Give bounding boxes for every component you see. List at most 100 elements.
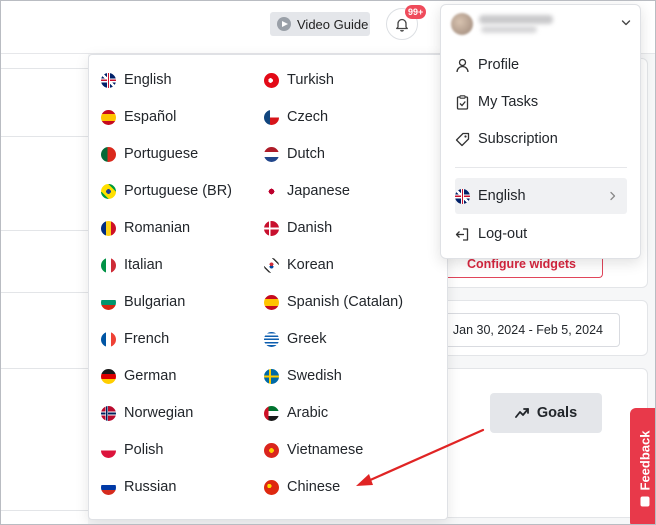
no-flag-icon [101, 405, 116, 421]
profile-menu-item-label: Profile [478, 57, 520, 73]
language-option-greek[interactable]: Greek [264, 328, 327, 350]
language-option-label: Chinese [287, 479, 341, 495]
ae-flag-icon [264, 405, 279, 421]
language-option-korean[interactable]: Korean [264, 254, 334, 276]
gr-flag-icon [264, 331, 279, 347]
notification-badge: 99+ [405, 5, 427, 19]
video-guide-button[interactable]: Video Guide [270, 12, 370, 36]
language-option-german[interactable]: German [101, 365, 176, 387]
language-option-italian[interactable]: Italian [101, 254, 163, 276]
language-option-chinese[interactable]: Chinese [264, 476, 340, 498]
language-option-russian[interactable]: Russian [101, 476, 176, 498]
cz-flag-icon [264, 109, 279, 125]
language-option-romanian[interactable]: Romanian [101, 217, 190, 239]
language-option-label: Arabic [287, 405, 329, 421]
clipboard-check-icon [456, 94, 469, 110]
table-row [0, 230, 88, 231]
se-flag-icon [264, 368, 279, 384]
br-flag-icon [101, 183, 116, 199]
profile-menu-item-label: Log-out [478, 226, 528, 242]
nl-flag-icon [264, 146, 279, 162]
uk-flag-icon [455, 188, 470, 204]
language-option-label: Polish [124, 442, 164, 458]
language-option-french[interactable]: French [101, 328, 169, 350]
profile-menu-item-subscription[interactable]: Subscription [455, 127, 558, 151]
profile-menu-item-language[interactable]: English [455, 178, 627, 214]
profile-menu: Profile My Tasks Subscription English Lo… [440, 4, 641, 259]
chat-icon [640, 495, 650, 506]
trend-icon [514, 408, 529, 418]
language-option-swedish[interactable]: Swedish [264, 365, 342, 387]
language-option-label: Bulgarian [124, 294, 186, 310]
ro-flag-icon [101, 220, 116, 236]
language-option-label: Swedish [287, 368, 342, 384]
language-option-portuguese-br[interactable]: Portuguese (BR) [101, 180, 232, 202]
table-row [0, 292, 88, 293]
table-row [0, 136, 88, 137]
table-row [0, 68, 88, 69]
bell-icon [396, 18, 408, 32]
pl-flag-icon [101, 442, 116, 458]
language-option-label: Italian [124, 257, 163, 273]
fr-flag-icon [101, 331, 116, 347]
language-option-vietnamese[interactable]: Vietnamese [264, 439, 363, 461]
goals-button[interactable]: Goals [490, 393, 602, 433]
language-option-label: German [124, 368, 177, 384]
cn-flag-icon [264, 479, 279, 495]
play-icon [277, 17, 291, 31]
language-option-dutch[interactable]: Dutch [264, 143, 325, 165]
language-option-norwegian[interactable]: Norwegian [101, 402, 193, 424]
bg-flag-icon [101, 294, 116, 310]
goals-card [438, 368, 648, 518]
language-option-polish[interactable]: Polish [101, 439, 164, 461]
profile-menu-item-logout[interactable]: Log-out [455, 222, 527, 246]
chevron-right-icon [610, 191, 616, 201]
language-option-spanish-catalan[interactable]: Spanish (Catalan) [264, 291, 403, 313]
logout-icon [455, 227, 469, 241]
underlying-table-left [0, 54, 88, 525]
feedback-label: Feedback [637, 430, 653, 490]
language-option-label: Español [124, 109, 177, 125]
avatar[interactable] [451, 13, 473, 35]
chevron-down-icon[interactable] [621, 18, 631, 28]
language-option-portuguese[interactable]: Portuguese [101, 143, 198, 165]
language-option-danish[interactable]: Danish [264, 217, 332, 239]
language-option-label: Dutch [287, 146, 325, 162]
language-option-english[interactable]: English [101, 69, 172, 91]
video-guide-label: Video Guide [297, 16, 369, 32]
language-option-label: Spanish (Catalan) [287, 294, 404, 310]
language-option-label: Russian [124, 479, 177, 495]
language-option-label: Korean [287, 257, 334, 273]
pt-flag-icon [101, 146, 116, 162]
language-option-label: Romanian [124, 220, 191, 236]
language-option-espa-ol[interactable]: Español [101, 106, 176, 128]
tr-flag-icon [264, 72, 279, 88]
date-range-picker[interactable]: Jan 30, 2024 - Feb 5, 2024 [438, 313, 620, 347]
profile-menu-item-profile[interactable]: Profile [455, 53, 519, 77]
user-email-redacted [481, 26, 537, 33]
menu-divider [455, 167, 627, 168]
feedback-tab[interactable]: Feedback [630, 408, 656, 525]
table-row [0, 510, 88, 511]
language-option-turkish[interactable]: Turkish [264, 69, 334, 91]
language-option-bulgarian[interactable]: Bulgarian [101, 291, 185, 313]
profile-menu-item-my-tasks[interactable]: My Tasks [455, 90, 538, 114]
language-option-japanese[interactable]: Japanese [264, 180, 350, 202]
profile-menu-item-label: My Tasks [478, 94, 539, 110]
language-option-label: French [124, 331, 170, 347]
language-option-label: Danish [287, 220, 333, 236]
language-option-label: Greek [287, 331, 327, 347]
language-option-label: English [124, 72, 172, 88]
user-name-redacted [479, 15, 553, 24]
language-option-label: Vietnamese [287, 442, 364, 458]
language-option-label: Czech [287, 109, 329, 125]
ru-flag-icon [101, 479, 116, 495]
goals-label: Goals [536, 405, 578, 421]
language-option-label: Japanese [287, 183, 350, 199]
tag-icon [455, 132, 470, 146]
it-flag-icon [101, 257, 116, 273]
vn-flag-icon [264, 442, 279, 458]
language-option-czech[interactable]: Czech [264, 106, 328, 128]
language-label: English [478, 188, 526, 204]
language-option-arabic[interactable]: Arabic [264, 402, 328, 424]
